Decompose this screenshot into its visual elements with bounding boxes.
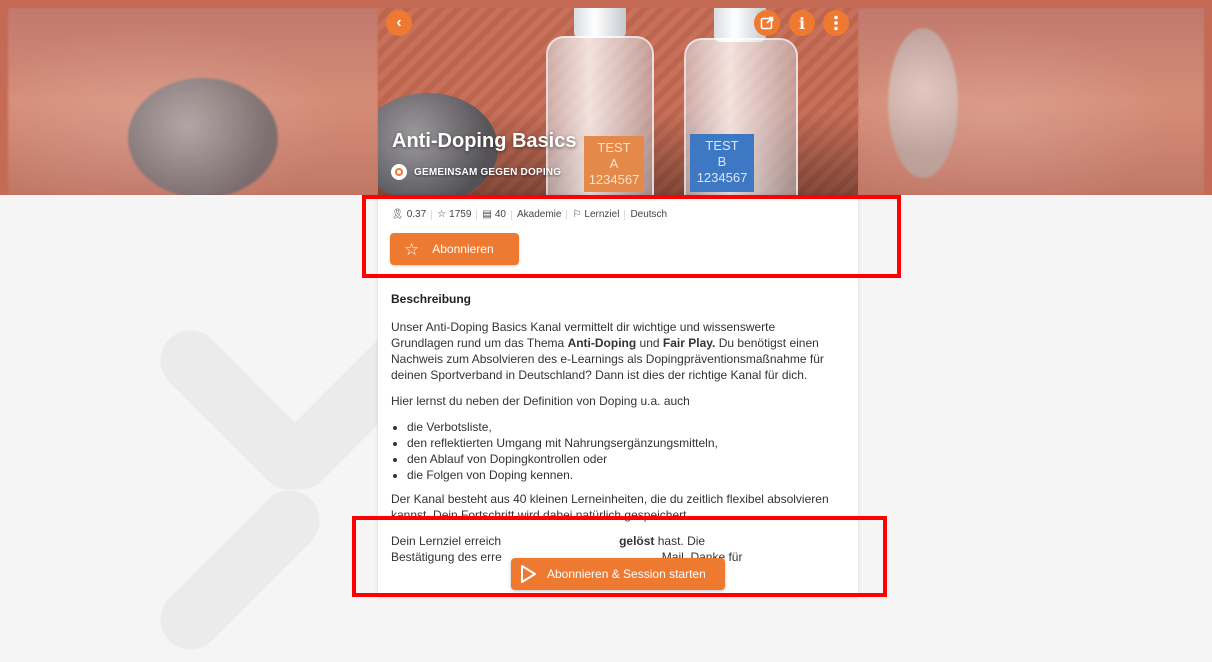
- bottle-b-label: TEST B 1234567: [690, 134, 754, 192]
- external-link-icon: [760, 16, 774, 30]
- topic-list: die Verbotsliste, den reflektierten Umga…: [391, 419, 839, 483]
- more-button[interactable]: [823, 10, 849, 36]
- chevron-left-icon: ‹: [396, 14, 402, 31]
- list-item: die Folgen von Doping kennen.: [407, 467, 839, 483]
- list-item: die Verbotsliste,: [407, 419, 839, 435]
- channel-title: Anti-Doping Basics: [392, 130, 577, 152]
- organization-logo: [391, 164, 407, 180]
- banner-background-right: [858, 8, 1204, 195]
- share-button[interactable]: [754, 10, 780, 36]
- banner-background-left: [8, 8, 378, 195]
- description-heading: Beschreibung: [391, 292, 472, 306]
- back-button[interactable]: ‹: [386, 10, 412, 36]
- channel-banner: TEST A 1234567 TEST B 1234567 ‹ i Anti-D…: [0, 0, 1212, 195]
- banner-blur-object: [888, 28, 958, 178]
- bottle-a-label: TEST A 1234567: [584, 136, 644, 192]
- list-item: den Ablauf von Dopingkontrollen oder: [407, 451, 839, 467]
- description-paragraph: Hier lernst du neben der Definition von …: [391, 394, 690, 408]
- description-paragraph: Unser Anti-Doping Basics Kanal vermittel…: [391, 320, 824, 382]
- bottle-a-cap: [574, 8, 626, 38]
- highlight-box-cta: [352, 516, 887, 597]
- highlight-box-meta: [362, 195, 901, 278]
- info-icon: i: [798, 13, 806, 33]
- organization-name: GEMEINSAM GEGEN DOPING: [414, 166, 562, 178]
- more-vertical-icon: [834, 15, 838, 31]
- channel-organization[interactable]: GEMEINSAM GEGEN DOPING: [391, 164, 561, 180]
- info-button[interactable]: i: [789, 10, 815, 36]
- banner-blur-object: [128, 78, 278, 195]
- list-item: den reflektierten Umgang mit Nahrungserg…: [407, 435, 839, 451]
